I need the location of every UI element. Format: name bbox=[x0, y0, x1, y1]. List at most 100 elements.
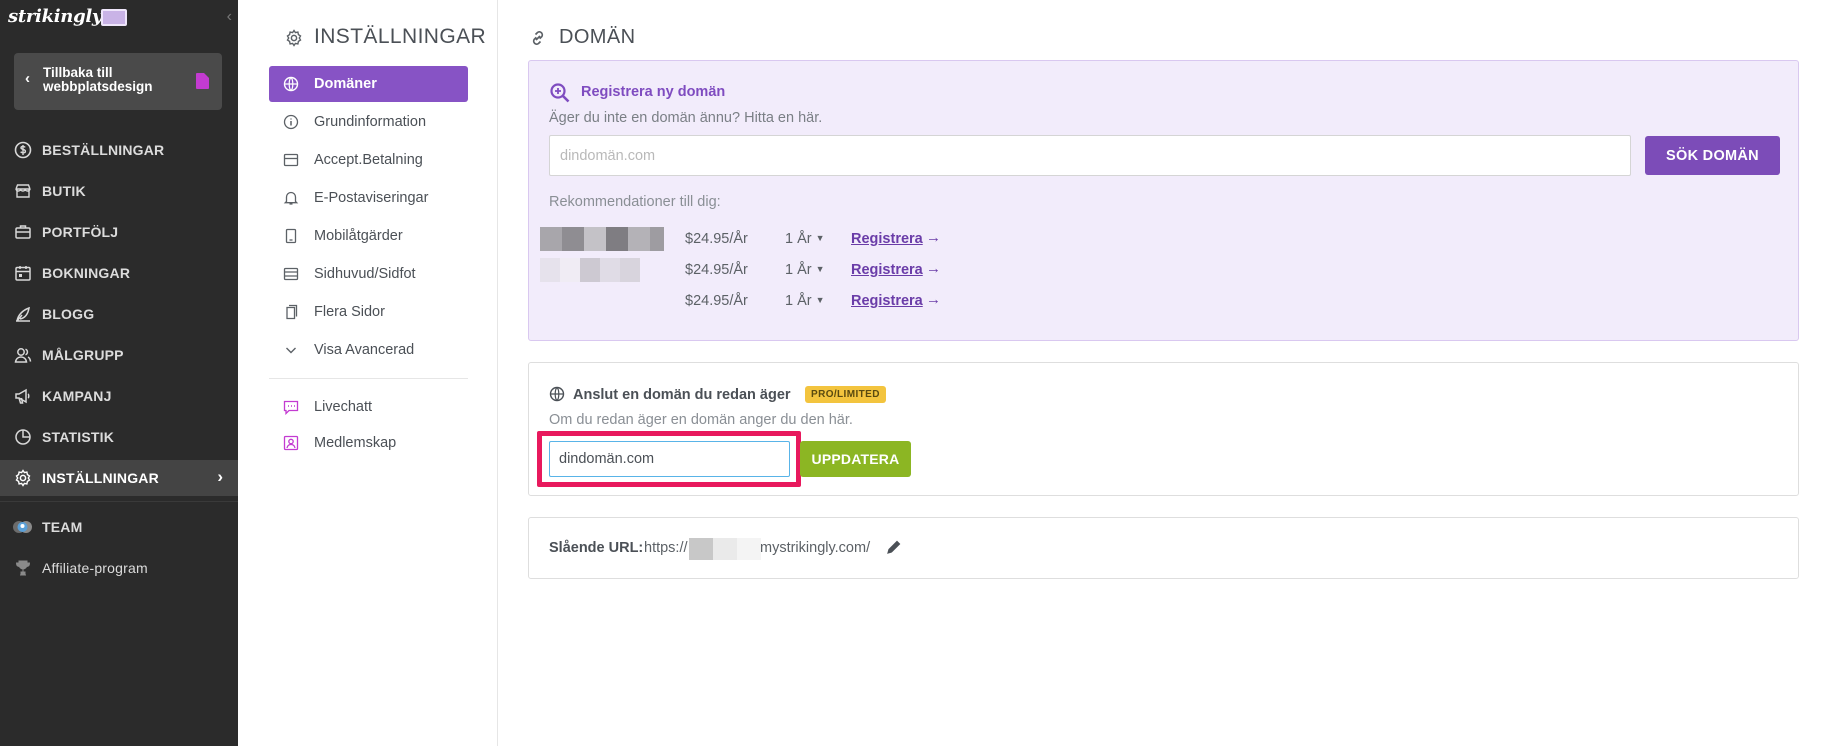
nav-item-affiliate[interactable]: Affiliate-program bbox=[0, 550, 238, 586]
connect-domain-subtitle: Om du redan äger en domän anger du den h… bbox=[549, 412, 853, 428]
quill-icon bbox=[16, 306, 30, 322]
settings-item-multiple-pages[interactable]: Flera Sidor bbox=[269, 294, 468, 330]
document-icon bbox=[196, 73, 209, 89]
domain-page-title: DOMÄN bbox=[559, 26, 636, 48]
nav-item-store[interactable]: BUTIK bbox=[0, 173, 238, 209]
recommendations-label: Rekommendationer till dig: bbox=[549, 194, 721, 210]
settings-item-label: Domäner bbox=[314, 76, 377, 92]
striking-url-card: Slående URL: https:// mystrikingly.com/ bbox=[528, 517, 1799, 579]
recommendation-price: $24.95/År bbox=[685, 293, 748, 309]
term-value: 1 År bbox=[785, 231, 812, 247]
pencil-icon[interactable] bbox=[886, 539, 902, 555]
trophy-icon bbox=[15, 560, 31, 576]
team-icon bbox=[13, 521, 32, 533]
nav-item-label: Affiliate-program bbox=[42, 560, 148, 576]
strikingly-logo[interactable]: strikingly bbox=[8, 6, 102, 27]
nav-item-orders[interactable]: BESTÄLLNINGAR bbox=[0, 132, 238, 168]
url-suffix: mystrikingly.com/ bbox=[760, 540, 871, 556]
globe-icon bbox=[283, 76, 299, 92]
recommendation-price: $24.95/År bbox=[685, 231, 748, 247]
register-domain-subtitle: Äger du inte en domän ännu? Hitta en här… bbox=[549, 110, 823, 126]
nav-item-label: BOKNINGAR bbox=[42, 265, 131, 281]
settings-item-payments[interactable]: Accept.Betalning bbox=[269, 142, 468, 178]
settings-item-label: Sidhuvud/Sidfot bbox=[314, 266, 416, 282]
nav-item-bookings[interactable]: BOKNINGAR bbox=[0, 255, 238, 291]
back-to-site-design-button[interactable]: ‹ Tillbaka till webbplatsdesign bbox=[14, 53, 222, 110]
nav-item-label: STATISTIK bbox=[42, 429, 115, 445]
arrow-right-icon: → bbox=[926, 291, 941, 308]
collapse-sidebar-icon[interactable]: ‹ bbox=[227, 8, 232, 26]
gear-icon bbox=[286, 29, 302, 47]
register-domain-card: Registrera ny domän Äger du inte en domä… bbox=[528, 60, 1799, 341]
update-domain-button[interactable]: UPPDATERA bbox=[800, 441, 911, 477]
settings-item-livechat[interactable]: Livechatt bbox=[269, 389, 468, 425]
recommendation-row: $24.95/År 1 År ▼ Registrera → bbox=[540, 258, 941, 284]
nav-item-audience[interactable]: MÅLGRUPP bbox=[0, 337, 238, 373]
settings-item-label: Medlemskap bbox=[314, 435, 397, 451]
register-link[interactable]: Registrera bbox=[851, 231, 923, 247]
register-domain-title: Registrera ny domän bbox=[581, 84, 726, 100]
mobile-icon bbox=[285, 228, 297, 244]
register-link[interactable]: Registrera bbox=[851, 293, 923, 309]
gear-icon bbox=[15, 469, 31, 487]
term-dropdown[interactable]: 1 År ▼ bbox=[785, 231, 825, 247]
settings-item-domains[interactable]: Domäner bbox=[269, 66, 468, 102]
nav-item-label: PORTFÖLJ bbox=[42, 224, 119, 240]
settings-item-basic-info[interactable]: Grundinformation bbox=[269, 104, 468, 140]
settings-item-label: Visa Avancerad bbox=[314, 342, 415, 358]
nav-item-campaign[interactable]: KAMPANJ bbox=[0, 378, 238, 414]
sidebar-divider bbox=[0, 501, 238, 502]
register-link[interactable]: Registrera bbox=[851, 262, 923, 278]
store-icon bbox=[15, 184, 31, 198]
settings-item-header-footer[interactable]: Sidhuvud/Sidfot bbox=[269, 256, 468, 292]
term-value: 1 År bbox=[785, 293, 812, 309]
globe-icon bbox=[549, 386, 565, 402]
settings-item-label: Flera Sidor bbox=[314, 304, 385, 320]
nav-item-label: BESTÄLLNINGAR bbox=[42, 142, 165, 158]
blurred-domain-name bbox=[540, 227, 664, 251]
term-value: 1 År bbox=[785, 262, 812, 278]
nav-item-label: BLOGG bbox=[42, 306, 95, 322]
term-dropdown[interactable]: 1 År ▼ bbox=[785, 293, 825, 309]
nav-item-team[interactable]: TEAM bbox=[0, 509, 238, 545]
domain-search-input[interactable] bbox=[549, 135, 1631, 176]
recommendation-price: $24.95/År bbox=[685, 262, 748, 278]
pro-limited-badge: PRO/LIMITED bbox=[805, 386, 886, 403]
connect-domain-title: Anslut en domän du redan äger bbox=[573, 387, 791, 403]
settings-item-email-notifications[interactable]: E-Postaviseringar bbox=[269, 180, 468, 216]
settings-item-label: Livechatt bbox=[314, 399, 373, 415]
nav-item-label: KAMPANJ bbox=[42, 388, 112, 404]
term-dropdown[interactable]: 1 År ▼ bbox=[785, 262, 825, 278]
membership-icon bbox=[283, 435, 299, 451]
pages-icon bbox=[286, 304, 298, 320]
settings-title: INSTÄLLNINGAR bbox=[314, 25, 487, 48]
header-footer-icon bbox=[283, 267, 299, 281]
search-domain-button[interactable]: SÖK DOMÄN bbox=[1645, 136, 1780, 175]
nav-item-portfolio[interactable]: PORTFÖLJ bbox=[0, 214, 238, 250]
striking-url-label: Slående URL: bbox=[549, 540, 644, 556]
settings-item-mobile-actions[interactable]: Mobilåtgärder bbox=[269, 218, 468, 254]
search-plus-icon bbox=[550, 83, 570, 103]
chevron-right-icon: › bbox=[217, 467, 223, 486]
nav-item-blog[interactable]: BLOGG bbox=[0, 296, 238, 332]
url-prefix: https:// bbox=[644, 540, 688, 556]
blurred-domain-name bbox=[540, 258, 664, 282]
back-button-label: Tillbaka till webbplatsdesign bbox=[43, 65, 153, 94]
nav-item-label: INSTÄLLNINGAR bbox=[42, 470, 159, 486]
settings-item-label: Grundinformation bbox=[314, 114, 427, 130]
nav-item-statistics[interactable]: STATISTIK bbox=[0, 419, 238, 455]
pie-chart-icon bbox=[15, 429, 31, 445]
link-icon bbox=[532, 31, 544, 45]
chat-icon bbox=[283, 400, 299, 415]
settings-item-show-advanced[interactable]: Visa Avancerad bbox=[269, 332, 468, 368]
arrow-right-icon: → bbox=[926, 229, 941, 246]
chevron-down-icon bbox=[286, 347, 296, 354]
nav-item-settings[interactable]: INSTÄLLNINGAR › bbox=[0, 460, 238, 496]
blurred-subdomain bbox=[689, 538, 761, 560]
connect-domain-card: Anslut en domän du redan äger PRO/LIMITE… bbox=[528, 362, 1799, 496]
nav-item-label: TEAM bbox=[42, 519, 83, 535]
megaphone-icon bbox=[15, 388, 30, 404]
briefcase-icon bbox=[15, 225, 31, 239]
settings-item-membership[interactable]: Medlemskap bbox=[269, 425, 468, 461]
custom-domain-input[interactable] bbox=[549, 441, 790, 477]
